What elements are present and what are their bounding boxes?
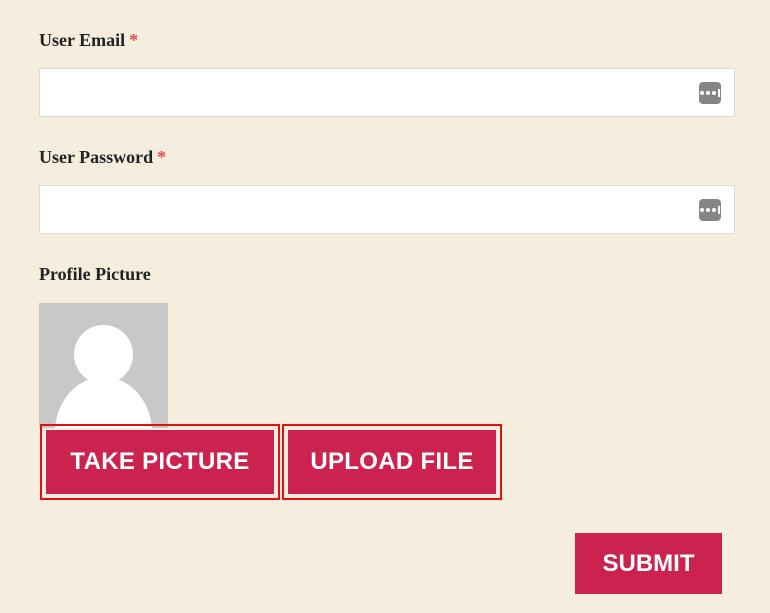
password-label-text: User Password	[39, 147, 154, 167]
email-label-text: User Email	[39, 30, 126, 50]
password-field-container	[39, 185, 735, 234]
password-required-mark: *	[157, 147, 167, 167]
take-picture-button[interactable]: TAKE PICTURE	[46, 430, 274, 494]
avatar-head	[74, 325, 133, 384]
password-field[interactable]	[40, 186, 734, 233]
submit-button[interactable]: SUBMIT	[575, 533, 722, 594]
avatar-body	[55, 377, 152, 428]
take-picture-highlight: TAKE PICTURE	[40, 424, 280, 500]
upload-file-highlight: UPLOAD FILE	[282, 424, 502, 500]
upload-file-button[interactable]: UPLOAD FILE	[288, 430, 496, 494]
email-field-container	[39, 68, 735, 117]
email-label: User Email *	[39, 30, 138, 51]
password-manager-icon[interactable]	[699, 82, 721, 104]
profile-picture-label: Profile Picture	[39, 264, 151, 284]
password-label: User Password *	[39, 147, 166, 168]
avatar-placeholder-icon	[39, 303, 168, 428]
email-required-mark: *	[129, 30, 139, 50]
password-manager-icon[interactable]	[699, 199, 721, 221]
email-field[interactable]	[40, 69, 734, 116]
